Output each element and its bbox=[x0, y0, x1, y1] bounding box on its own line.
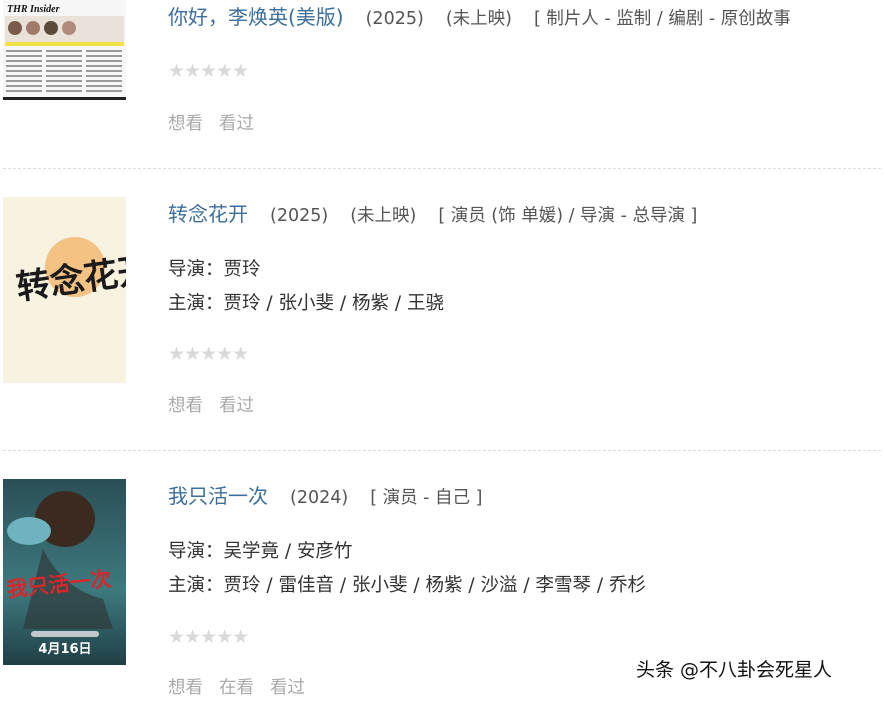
want-to-watch-link[interactable]: 想看 bbox=[168, 678, 203, 698]
director-line: 导演：吴学竟 / 安彦竹 bbox=[168, 541, 353, 562]
watched-link[interactable]: 看过 bbox=[219, 396, 254, 416]
poster-magazine-label: THR Insider bbox=[7, 4, 60, 15]
title-row-2: 转念花开 (2025) (未上映) [ 演员 (饰 单媛) / 导演 - 总导演 ] bbox=[168, 201, 697, 229]
action-links-2: 想看 看过 bbox=[168, 394, 270, 418]
cast-line: 主演：贾玲 / 张小斐 / 杨紫 / 王骁 bbox=[168, 293, 444, 314]
title-row-1: 你好，李焕英(美版) (2025) (未上映) [ 制片人 - 监制 / 编剧 - 原… bbox=[168, 4, 791, 32]
entry-divider bbox=[3, 168, 881, 169]
poster-image-2[interactable]: 转念花开 bbox=[3, 197, 126, 383]
movie-title-link[interactable]: 你好，李焕英(美版) bbox=[168, 5, 344, 29]
role-list: [ 演员 (饰 单媛) / 导演 - 总导演 ] bbox=[438, 206, 698, 226]
movie-title-link[interactable]: 转念花开 bbox=[168, 202, 248, 226]
release-status: (未上映) bbox=[350, 206, 417, 226]
rating-stars-icon[interactable]: ★★★★★ bbox=[168, 344, 249, 364]
magazine-poster-graphic: THR Insider bbox=[3, 0, 126, 100]
release-status: (未上映) bbox=[445, 9, 512, 29]
role-list: [ 制片人 - 监制 / 编剧 - 原创故事 bbox=[533, 9, 791, 29]
rating-stars-icon[interactable]: ★★★★★ bbox=[168, 627, 249, 647]
rating-stars-icon[interactable]: ★★★★★ bbox=[168, 61, 249, 81]
watching-link[interactable]: 在看 bbox=[219, 678, 254, 698]
title-row-3: 我只活一次 (2024) [ 演员 - 自己 ] bbox=[168, 483, 482, 511]
poster-release-date: 4月16日 bbox=[38, 642, 91, 657]
cast-line: 主演：贾玲 / 雷佳音 / 张小斐 / 杨紫 / 沙溢 / 李雪琴 / 乔杉 bbox=[168, 575, 646, 596]
movie-year: (2025) bbox=[270, 206, 329, 226]
movie-title-link[interactable]: 我只活一次 bbox=[168, 484, 268, 508]
movie-year: (2025) bbox=[365, 9, 424, 29]
watched-link[interactable]: 看过 bbox=[270, 678, 305, 698]
director-line: 导演：贾玲 bbox=[168, 259, 261, 280]
poster-image-1[interactable]: THR Insider bbox=[3, 0, 126, 100]
action-links-3: 想看 在看 看过 bbox=[168, 676, 321, 700]
boxing-poster-graphic: 我只活一次 4月16日 bbox=[3, 479, 126, 665]
poster-image-3[interactable]: 我只活一次 4月16日 bbox=[3, 479, 126, 665]
calligraphy-poster-graphic: 转念花开 bbox=[3, 197, 126, 383]
action-links-1: 想看 看过 bbox=[168, 112, 270, 136]
source-watermark: 头条 @不八卦会死星人 bbox=[636, 659, 833, 681]
entry-divider bbox=[3, 450, 881, 451]
movie-year: (2024) bbox=[290, 488, 349, 508]
role-list: [ 演员 - 自己 ] bbox=[370, 488, 483, 508]
want-to-watch-link[interactable]: 想看 bbox=[168, 114, 203, 134]
want-to-watch-link[interactable]: 想看 bbox=[168, 396, 203, 416]
watched-link[interactable]: 看过 bbox=[219, 114, 254, 134]
